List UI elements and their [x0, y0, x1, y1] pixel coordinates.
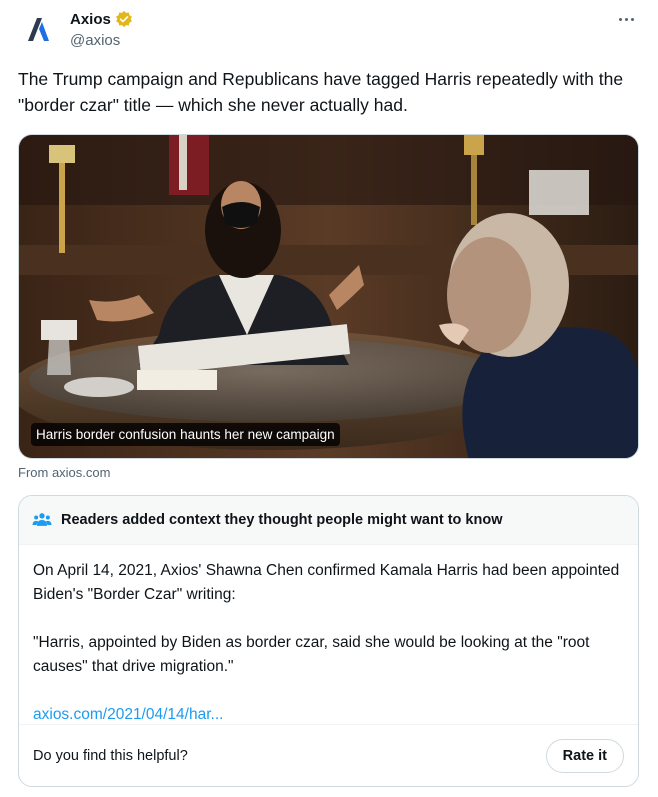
- community-note-title: Readers added context they thought peopl…: [61, 512, 503, 528]
- author-handle[interactable]: @axios: [70, 32, 120, 49]
- tweet-header: Axios @axios: [18, 6, 640, 56]
- tweet-text: The Trump campaign and Republicans have …: [18, 69, 624, 115]
- people-icon: [32, 513, 52, 526]
- community-note: Readers added context they thought peopl…: [18, 495, 639, 787]
- rate-it-button[interactable]: Rate it: [545, 738, 624, 773]
- note-paragraph-2: "Harris, appointed by Biden as border cz…: [33, 634, 590, 675]
- author-name-row: Axios: [70, 10, 133, 28]
- community-note-footer: Do you find this helpful? Rate it: [19, 724, 638, 786]
- note-paragraph-1: On April 14, 2021, Axios' Shawna Chen co…: [33, 562, 620, 603]
- verified-badge-icon: [115, 10, 133, 28]
- card-source-link[interactable]: From axios.com: [18, 465, 110, 480]
- note-source-link[interactable]: axios.com/2021/04/14/har...: [33, 706, 223, 723]
- more-options-icon[interactable]: [612, 8, 640, 30]
- news-photo: [19, 135, 638, 458]
- card-caption: Harris border confusion haunts her new c…: [31, 423, 340, 446]
- community-note-body: On April 14, 2021, Axios' Shawna Chen co…: [19, 545, 638, 727]
- community-note-header: Readers added context they thought peopl…: [19, 496, 638, 545]
- author-display-name[interactable]: Axios: [70, 11, 111, 28]
- link-card-image[interactable]: Harris border confusion haunts her new c…: [18, 134, 639, 459]
- axios-logo-icon[interactable]: [18, 9, 58, 49]
- helpful-prompt: Do you find this helpful?: [33, 747, 188, 764]
